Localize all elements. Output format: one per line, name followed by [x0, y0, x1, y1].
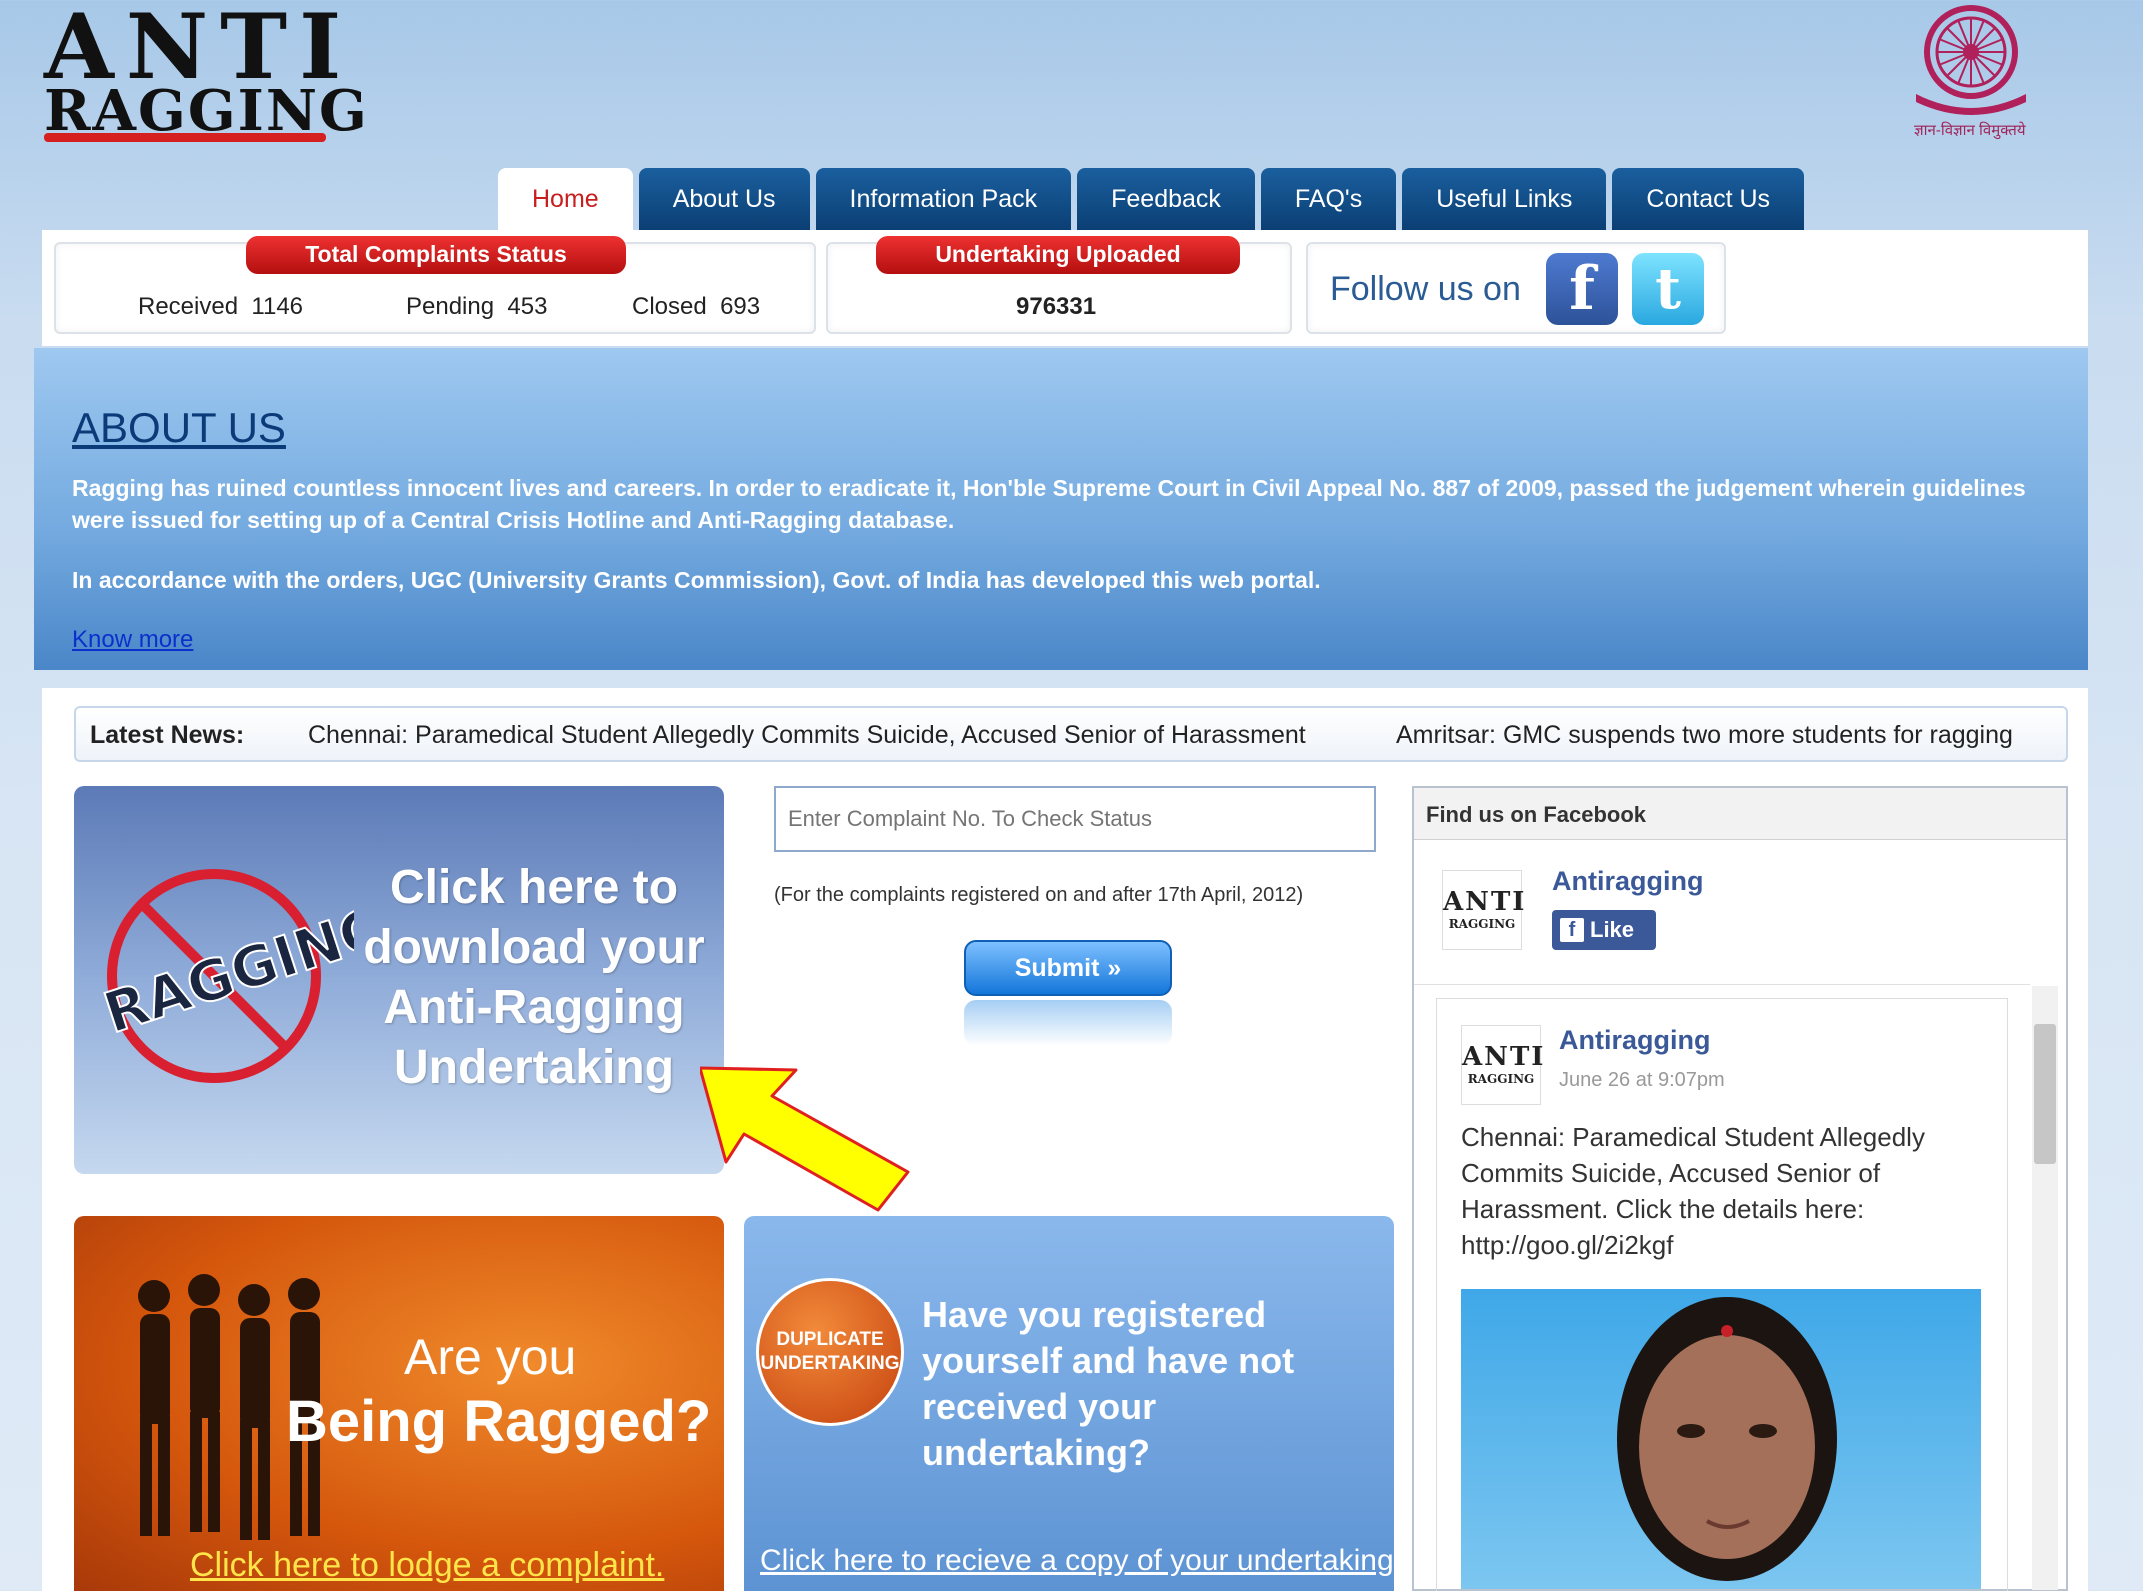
badge-line1: DUPLICATE — [776, 1329, 884, 1350]
post-photo[interactable] — [1461, 1289, 1981, 1589]
closed-label: Closed — [632, 293, 707, 320]
closed-value: 693 — [720, 293, 761, 320]
scrollbar-thumb[interactable] — [2034, 1024, 2056, 1164]
divider — [1414, 984, 2030, 985]
twitter-icon[interactable]: t — [1632, 253, 1704, 325]
about-paragraph-1: Ragging has ruined countless innocent li… — [72, 475, 2026, 533]
submit-label: Submit — [1014, 953, 1100, 982]
avatar-logo-line1: ANTI — [1443, 887, 1527, 917]
no-ragging-icon: RAGGING — [95, 869, 354, 1083]
avatar-logo-line1: ANTI — [1462, 1042, 1546, 1072]
download-undertaking-text: Click here to download your Anti-Ragging… — [363, 861, 705, 1094]
portrait-image — [1617, 1297, 1837, 1581]
facebook-icon[interactable]: f — [1546, 253, 1618, 325]
logo-underline — [44, 133, 326, 142]
ugc-emblem: ज्ञान-विज्ञान विमुक्तये — [1896, 2, 2046, 152]
post-avatar[interactable]: ANTI RAGGING — [1461, 1025, 1546, 1105]
ugc-chakra-icon — [1916, 5, 2026, 115]
about-heading[interactable]: ABOUT US — [72, 404, 286, 452]
ragged-line2: Being Ragged? — [286, 1389, 712, 1454]
about-banner: ABOUT US Ragging has ruined countless in… — [34, 348, 2088, 670]
page-name-link[interactable]: Antiragging — [1552, 866, 1703, 897]
facebook-widget-header: Find us on Facebook — [1414, 788, 2066, 840]
main-nav: Home About Us Information Pack Feedback … — [498, 168, 1805, 230]
badge-line2: UNDERTAKING — [760, 1353, 900, 1374]
lodge-complaint-link[interactable]: Click here to lodge a complaint. — [190, 1546, 664, 1585]
facebook-post: ANTI RAGGING Antiragging June 26 at 9:07… — [1436, 998, 2008, 1591]
complaints-status-title: Total Complaints Status — [246, 236, 626, 274]
avatar-logo-line2: RAGGING — [1448, 917, 1516, 931]
news-label: Latest News: — [90, 721, 245, 749]
ragged-line1: Are you — [404, 1329, 577, 1385]
submit-reflection — [964, 1000, 1172, 1046]
received-value: 1146 — [251, 293, 304, 320]
lodge-complaint-banner[interactable]: Are you Being Ragged? Click here to lodg… — [74, 1216, 724, 1591]
closed-stat: Closed 693 — [632, 293, 760, 321]
post-timestamp[interactable]: June 26 at 9:07pm — [1559, 1069, 1725, 1092]
about-paragraph-2: In accordance with the orders, UGC (Univ… — [72, 567, 1321, 593]
post-text: Chennai: Paramedical Student Allegedly C… — [1461, 1122, 1925, 1260]
submit-button[interactable]: Submit » — [964, 940, 1172, 996]
undertaking-count: 976331 — [1016, 293, 1097, 320]
tab-useful-links[interactable]: Useful Links — [1402, 168, 1607, 230]
post-author-link[interactable]: Antiragging — [1559, 1025, 1710, 1056]
duplicate-undertaking-banner[interactable]: DUPLICATE UNDERTAKING Have you registere… — [744, 1216, 1394, 1591]
news-ticker: Latest News: Chennai: Paramedical Studen… — [74, 706, 2068, 762]
page-avatar[interactable]: ANTI RAGGING — [1442, 870, 1527, 950]
pointer-arrow-icon — [700, 1066, 910, 1212]
receive-copy-link[interactable]: Click here to recieve a copy of your und… — [760, 1544, 1394, 1578]
duplicate-undertaking-text: Have you registered yourself and have no… — [922, 1294, 1295, 1473]
download-undertaking-banner[interactable]: RAGGING Click here to download your Anti… — [74, 786, 724, 1174]
tab-home[interactable]: Home — [498, 168, 633, 230]
complaint-note: (For the complaints registered on and af… — [774, 884, 1304, 906]
news-item[interactable]: Chennai: Paramedical Student Allegedly C… — [308, 721, 1306, 750]
pending-label: Pending — [406, 293, 495, 320]
received-stat: Received 1146 — [138, 293, 303, 321]
tab-about-us[interactable]: About Us — [638, 168, 810, 230]
received-label: Received — [138, 293, 239, 320]
facebook-widget: Find us on Facebook ANTI RAGGING Antirag… — [1412, 786, 2068, 1591]
tab-contact-us[interactable]: Contact Us — [1612, 168, 1805, 230]
tab-feedback[interactable]: Feedback — [1077, 168, 1255, 230]
emblem-caption: ज्ञान-विज्ञान विमुक्तये — [1914, 122, 2026, 139]
duplicate-undertaking-badge: DUPLICATE UNDERTAKING — [756, 1278, 904, 1426]
tab-information-pack[interactable]: Information Pack — [815, 168, 1072, 230]
like-button[interactable]: f Like — [1552, 910, 1656, 950]
complaint-number-input[interactable] — [774, 786, 1376, 852]
like-label: Like — [1590, 917, 1635, 942]
follow-text: Follow us on — [1330, 270, 1521, 308]
undertaking-title: Undertaking Uploaded — [876, 236, 1240, 274]
facebook-f-icon: f — [1560, 918, 1584, 942]
pending-stat: Pending 453 — [406, 293, 547, 321]
anti-ragging-logo[interactable]: ANTI RAGGING — [40, 0, 367, 150]
avatar-logo-line2: RAGGING — [1467, 1072, 1535, 1086]
double-chevron-icon: » — [1107, 953, 1122, 982]
know-more-link[interactable]: Know more — [72, 626, 193, 654]
pending-value: 453 — [507, 293, 548, 320]
news-item[interactable]: Amritsar: GMC suspends two more students… — [1396, 721, 2013, 750]
tab-faqs[interactable]: FAQ's — [1260, 168, 1397, 230]
